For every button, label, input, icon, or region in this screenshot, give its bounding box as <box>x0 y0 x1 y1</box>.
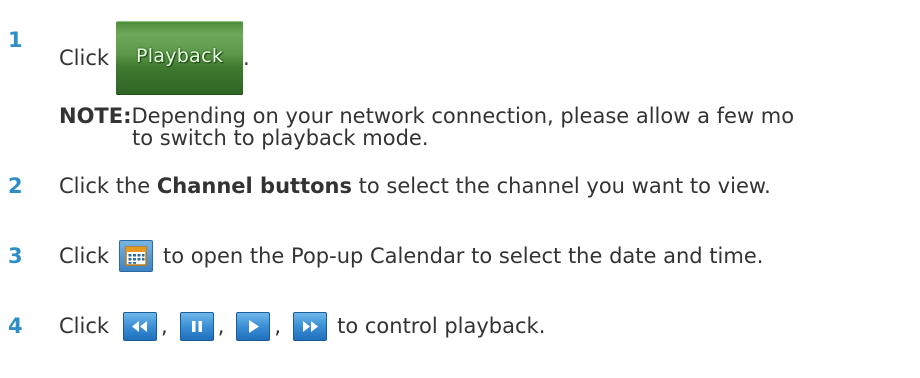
step-text-end: to open the Pop-up Calendar to select th… <box>163 244 764 268</box>
step-text-end: to select the channel you want to view. <box>351 174 771 198</box>
fast-forward-icon[interactable] <box>293 311 328 341</box>
note-label: NOTE: <box>59 104 132 128</box>
playback-button[interactable]: Playback <box>116 21 244 95</box>
note-text-line2: to switch to playback mode. <box>132 126 429 150</box>
step-text-end: . <box>243 46 250 70</box>
step-number: 3 <box>8 244 23 268</box>
separator: , <box>217 314 225 338</box>
rewind-icon[interactable] <box>123 311 158 341</box>
pause-icon[interactable] <box>179 311 214 341</box>
step-number: 2 <box>8 174 23 198</box>
step-text: Click <box>59 314 110 338</box>
step-text: Click the <box>59 174 157 198</box>
step-content: Click to open the Pop-up Calendar to sel… <box>59 240 763 272</box>
step-text-end: to control playback. <box>337 314 546 338</box>
step-content: Click , , , to control playback. <box>59 311 546 341</box>
separator: , <box>274 314 282 338</box>
step-number: 4 <box>8 314 23 338</box>
step-content: Click the Channel buttons to select the … <box>59 174 771 198</box>
step-number: 1 <box>8 28 23 52</box>
channel-buttons-label: Channel buttons <box>156 174 352 198</box>
calendar-icon[interactable] <box>119 240 154 272</box>
separator: , <box>161 314 168 338</box>
note-block: NOTE:Depending on your network connectio… <box>59 105 794 149</box>
step-text: Click <box>59 244 110 268</box>
play-icon[interactable] <box>236 311 271 341</box>
playback-button-label: Playback <box>135 45 224 67</box>
note-text-line1: Depending on your network connection, pl… <box>131 104 795 128</box>
step-text: Click <box>59 46 110 70</box>
step-content: Click Playback . <box>59 21 250 95</box>
